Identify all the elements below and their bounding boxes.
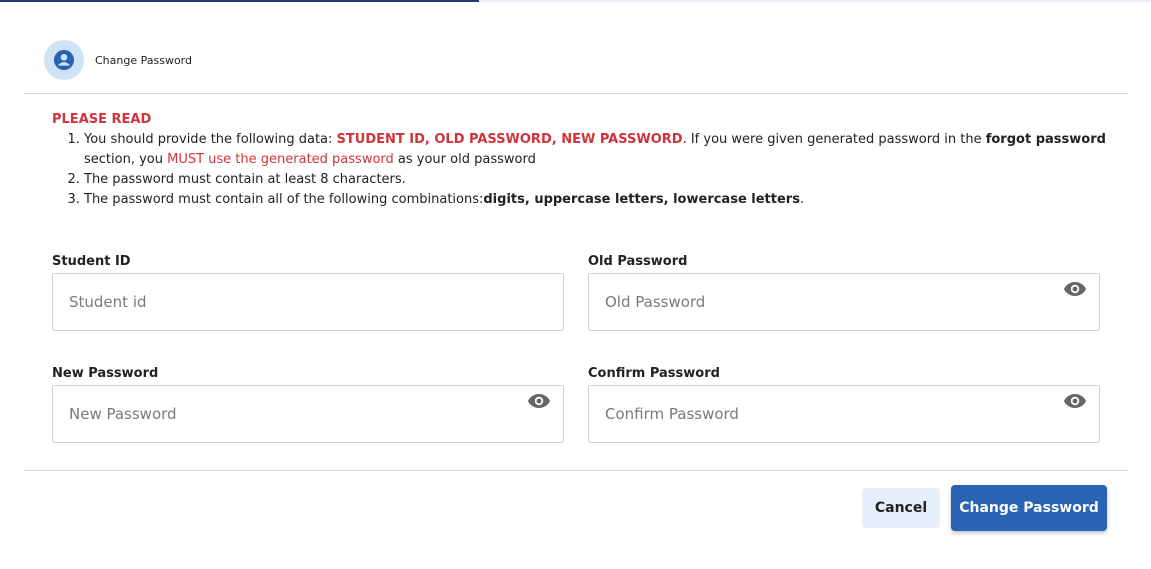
password-combinations-text: digits, uppercase letters, lowercase let…	[483, 192, 800, 207]
instructions-list: You should provide the following data: S…	[52, 130, 1112, 210]
user-circle-icon	[53, 49, 75, 71]
confirm-password-input[interactable]	[589, 386, 1099, 442]
instruction-text: The password must contain all of the fol…	[84, 192, 484, 207]
student-id-label: Student ID	[52, 254, 131, 269]
instructions-notice: PLEASE READ You should provide the follo…	[52, 110, 1112, 210]
instruction-text: as your old password	[393, 152, 536, 167]
confirm-password-field: Confirm Password	[588, 365, 1100, 443]
eye-icon[interactable]	[1063, 280, 1087, 298]
forgot-password-section-text: forgot password	[985, 132, 1106, 147]
dialog-header: Change Password	[44, 40, 192, 80]
confirm-password-label: Confirm Password	[588, 366, 720, 381]
progress-track	[0, 0, 1151, 2]
cancel-button[interactable]: Cancel	[862, 488, 940, 528]
new-password-field: New Password	[52, 365, 564, 443]
must-use-generated-text: MUST use the generated password	[167, 152, 394, 167]
dialog-title: Change Password	[95, 53, 192, 67]
instruction-item: The password must contain at least 8 cha…	[84, 170, 1112, 190]
instruction-text: section, you	[84, 152, 168, 167]
new-password-input-wrap	[52, 385, 564, 443]
progress-bar	[0, 0, 479, 2]
instruction-text: . If you were given generated password i…	[682, 132, 986, 147]
confirm-password-input-wrap	[588, 385, 1100, 443]
student-id-input-wrap	[52, 273, 564, 331]
student-id-input[interactable]	[53, 274, 563, 330]
student-id-field: Student ID	[52, 253, 564, 331]
instruction-text: You should provide the following data:	[84, 132, 337, 147]
instruction-text: .	[799, 192, 805, 207]
new-password-input[interactable]	[53, 386, 563, 442]
old-password-field: Old Password	[588, 253, 1100, 331]
instruction-item: The password must contain all of the fol…	[84, 190, 1112, 210]
eye-icon[interactable]	[527, 392, 551, 410]
instruction-item: You should provide the following data: S…	[84, 130, 1112, 170]
new-password-label: New Password	[52, 366, 159, 381]
footer-divider	[24, 470, 1128, 471]
notice-heading: PLEASE READ	[52, 112, 152, 127]
avatar	[44, 40, 84, 80]
change-password-dialog: Change Password PLEASE READ You should p…	[0, 0, 1151, 569]
required-fields-text: STUDENT ID, OLD PASSWORD, NEW PASSWORD	[336, 132, 683, 147]
old-password-label: Old Password	[588, 254, 688, 269]
eye-icon[interactable]	[1063, 392, 1087, 410]
old-password-input[interactable]	[589, 274, 1099, 330]
header-divider	[24, 93, 1128, 94]
change-password-button[interactable]: Change Password	[951, 485, 1107, 531]
old-password-input-wrap	[588, 273, 1100, 331]
